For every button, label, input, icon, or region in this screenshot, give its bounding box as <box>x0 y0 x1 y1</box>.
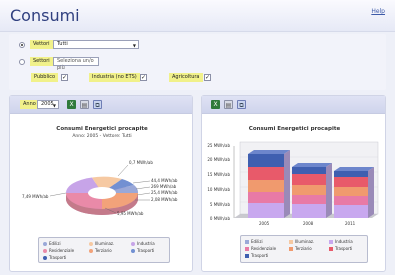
legend-label: Edilizi <box>49 241 61 246</box>
sector-label-pubblico: Pubblico <box>31 73 59 82</box>
legend-swatch <box>245 253 249 258</box>
legend-swatch <box>329 246 333 251</box>
legend-label: Illuminaz. <box>95 241 115 246</box>
bar-legend: Edilizi Illuminaz. Industria Residenzial… <box>240 235 368 263</box>
page-title: Consumi <box>10 6 80 25</box>
legend-swatch <box>131 241 135 246</box>
bar-2011 <box>334 167 374 218</box>
sector-checkbox-agricoltura[interactable]: ✓ <box>204 74 211 81</box>
pie-chart-panel: Anno 2005 ▼ X ▤ ⧉ Consumi Energetici pro… <box>9 95 193 272</box>
legend-swatch <box>131 248 135 253</box>
sector-checkbox-pubblico[interactable]: ✓ <box>61 74 68 81</box>
help-link[interactable]: Help <box>371 8 385 15</box>
legend-item: Trasporti <box>245 253 268 258</box>
pie-legend: Edilizi Illuminaz. Industria Residenzial… <box>38 237 170 263</box>
legend-item: Terziario <box>89 248 112 253</box>
legend-item: Illuminaz. <box>289 239 314 244</box>
legend-swatch <box>245 246 249 251</box>
vettori-select[interactable]: Tutti ▼ <box>53 40 139 49</box>
vettori-label: Vettori <box>30 40 53 49</box>
pie-callout: 25,4 MWh/ab <box>151 190 178 195</box>
sector-label-industria: Industria (no ETS) <box>89 73 140 82</box>
legend-item: Industria <box>131 241 155 246</box>
pie-callout: 5,95 MWh/ab <box>117 211 144 216</box>
settori-select[interactable]: Seleziona un/o più <box>53 57 99 71</box>
legend-swatch <box>89 248 93 253</box>
title-bar: Consumi Help <box>0 0 395 32</box>
legend-swatch <box>245 239 249 244</box>
bar-chart-panel: X ▤ ⧉ Consumi Energetici procapite 25 MW… <box>201 95 386 272</box>
legend-item: Trasporti <box>43 255 66 260</box>
legend-item: Trasporti <box>329 246 352 251</box>
sector-checkbox-industria[interactable]: ✓ <box>140 74 147 81</box>
legend-label: Edilizi <box>251 239 263 244</box>
vettori-radio[interactable] <box>19 42 25 48</box>
legend-item: Residenziale <box>245 246 276 251</box>
legend-label: Industria <box>137 241 155 246</box>
legend-label: Industria <box>335 239 353 244</box>
pie-hole <box>88 187 116 199</box>
legend-label: Residenziale <box>49 248 75 253</box>
legend-item: Trasporti <box>131 248 154 253</box>
legend-item: Residenziale <box>43 248 74 253</box>
legend-item: Terziario <box>289 246 312 251</box>
legend-label: Illuminaz. <box>295 239 315 244</box>
x-tick-label: 2005 <box>259 221 270 226</box>
legend-swatch <box>329 239 333 244</box>
legend-swatch <box>43 241 47 246</box>
chevron-down-icon: ▼ <box>132 43 136 48</box>
settori-label: Settori <box>30 57 53 66</box>
sector-label-agricoltura: Agricoltura <box>169 73 203 82</box>
x-tick-label: 2008 <box>303 221 314 226</box>
legend-label: Trasporti <box>137 248 155 253</box>
pie-callout: 2,08 MWh/ab <box>151 197 178 202</box>
legend-swatch <box>289 246 293 251</box>
bar-2008 <box>292 163 332 218</box>
pie-callout: 269 MWh/ab <box>151 184 177 189</box>
bar-2005 <box>248 150 290 218</box>
legend-label: Trasporti <box>335 246 353 251</box>
settori-radio[interactable] <box>19 59 25 65</box>
legend-item: Illuminaz. <box>89 241 114 246</box>
legend-swatch <box>289 239 293 244</box>
x-tick-label: 2011 <box>345 221 356 226</box>
legend-label: Terziario <box>95 248 112 253</box>
pie-callout: 7,49 MWh/ab <box>22 194 49 199</box>
pie-callout: 44,4 MWh/ab <box>151 178 178 183</box>
filter-panel: Vettori Tutti ▼ Settori Seleziona un/o p… <box>9 34 386 90</box>
legend-swatch <box>43 248 47 253</box>
legend-label: Trasporti <box>49 255 67 260</box>
legend-label: Residenziale <box>251 246 277 251</box>
legend-swatch <box>89 241 93 246</box>
legend-label: Trasporti <box>251 253 269 258</box>
legend-item: Edilizi <box>43 241 61 246</box>
vettori-value: Tutti <box>57 41 68 47</box>
legend-item: Industria <box>329 239 353 244</box>
legend-label: Terziario <box>295 246 312 251</box>
pie-callout: 0,7 MWh/ab <box>129 160 153 165</box>
legend-swatch <box>43 255 47 260</box>
legend-item: Edilizi <box>245 239 263 244</box>
